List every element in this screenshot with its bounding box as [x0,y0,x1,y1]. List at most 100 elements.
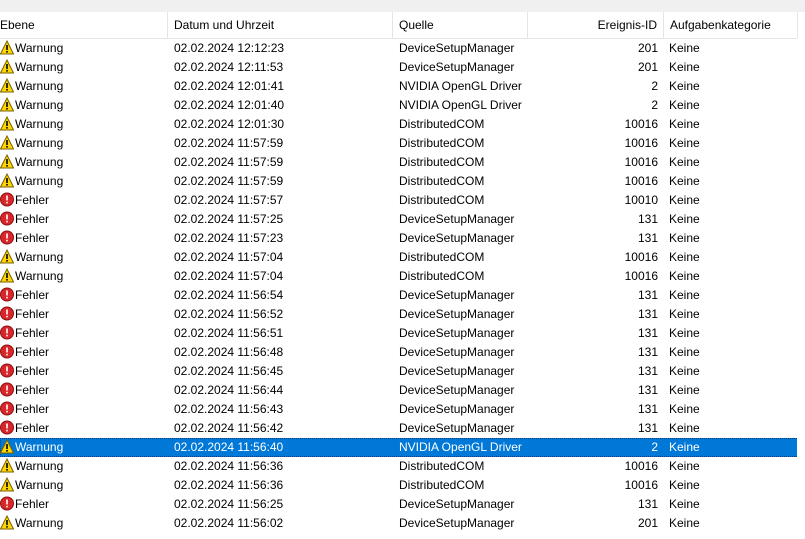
event-id-cell: 131 [637,212,658,226]
datetime-cell: 02.02.2024 11:57:59 [174,155,284,169]
error-icon [0,363,14,378]
category-cell: Keine [669,174,700,188]
category-cell: Keine [669,155,700,169]
column-header-datetime[interactable]: Datum und Uhrzeit [168,12,393,38]
event-row[interactable]: Fehler 02.02.2024 11:56:25 DeviceSetupMana… [0,495,805,514]
column-header-level[interactable]: Ebene [0,12,168,38]
category-cell: Keine [669,136,700,150]
category-cell: Keine [669,288,700,302]
event-id-cell: 131 [637,364,658,378]
category-cell: Keine [669,364,700,378]
source-cell: DeviceSetupManager [399,307,515,321]
event-row[interactable]: Fehler 02.02.2024 11:57:23 DeviceSetupMana… [0,229,805,248]
level-label: Warnung [15,41,64,55]
event-id-cell: 131 [637,307,658,321]
datetime-cell: 02.02.2024 11:56:02 [174,516,284,530]
datetime-cell: 02.02.2024 12:11:53 [174,60,284,74]
source-cell: DeviceSetupManager [399,60,515,74]
source-cell: DistributedCOM [399,478,485,492]
category-cell: Keine [669,98,700,112]
datetime-cell: 02.02.2024 11:56:44 [174,383,284,397]
event-id-cell: 10016 [624,269,658,283]
source-cell: DeviceSetupManager [399,383,515,397]
event-list[interactable]: Ebene Datum und Uhrzeit Quelle Ereignis-… [0,12,805,533]
level-cell: Warnung [0,267,168,286]
column-header-event-id[interactable]: Ereignis-ID [528,12,664,38]
source-cell: NVIDIA OpenGL Driver [399,440,522,454]
event-row[interactable]: Fehler 02.02.2024 11:56:48 DeviceSetupMana… [0,343,805,362]
event-id-cell: 131 [637,288,658,302]
datetime-cell: 02.02.2024 11:56:54 [174,288,284,302]
datetime-cell: 02.02.2024 12:12:23 [174,41,285,55]
source-cell: NVIDIA OpenGL Driver [399,79,522,93]
event-row[interactable]: Fehler 02.02.2024 11:56:43 DeviceSetupMana… [0,400,805,419]
datetime-cell: 02.02.2024 11:56:45 [174,364,284,378]
datetime-cell: 02.02.2024 11:56:36 [174,478,284,492]
event-id-cell: 10016 [624,155,658,169]
source-cell: NVIDIA OpenGL Driver [399,98,522,112]
source-cell: DeviceSetupManager [399,516,515,530]
event-row[interactable]: Fehler 02.02.2024 11:57:57 DistributedCOM 1… [0,191,805,210]
category-cell: Keine [669,326,700,340]
datetime-cell: 02.02.2024 11:57:23 [174,231,284,245]
level-label: Warnung [15,155,64,169]
datetime-cell: 02.02.2024 11:56:42 [174,421,284,435]
event-id-cell: 131 [637,383,658,397]
event-id-cell: 10016 [624,174,658,188]
event-row[interactable]: Warnung 02.02.2024 11:56:36 DistributedCOM… [0,457,805,476]
event-row[interactable]: Fehler 02.02.2024 11:56:45 DeviceSetupMana… [0,362,805,381]
warning-icon [0,476,15,492]
source-cell: DeviceSetupManager [399,345,515,359]
vertical-scrollbar[interactable] [797,38,805,539]
event-id-cell: 131 [637,497,658,511]
warning-icon [0,248,15,264]
error-icon [0,306,14,321]
level-label: Fehler [15,364,50,378]
datetime-cell: 02.02.2024 11:56:51 [174,326,284,340]
warning-icon [0,153,15,169]
column-header-row: Ebene Datum und Uhrzeit Quelle Ereignis-… [0,12,805,39]
event-row[interactable]: Fehler 02.02.2024 11:57:25 DeviceSetupMana… [0,210,805,229]
category-cell: Keine [669,41,700,55]
event-row[interactable]: Fehler 02.02.2024 11:56:51 DeviceSetupMana… [0,324,805,343]
event-row[interactable]: Warnung 02.02.2024 11:56:40 NVIDIA OpenGL … [0,438,805,457]
event-row[interactable]: Warnung 02.02.2024 11:57:59 DistributedCOM… [0,172,805,191]
event-row[interactable]: Warnung 02.02.2024 12:01:30 DistributedCOM… [0,115,805,134]
level-cell: Fehler [0,495,168,514]
event-row[interactable]: Fehler 02.02.2024 11:56:52 DeviceSetupMana… [0,305,805,324]
event-id-cell: 131 [637,345,658,359]
event-id-cell: 10016 [624,478,658,492]
event-row[interactable]: Warnung 02.02.2024 11:57:59 DistributedCOM… [0,134,805,153]
event-row[interactable]: Fehler 02.02.2024 11:56:54 DeviceSetupMana… [0,286,805,305]
column-header-category[interactable]: Aufgabenkategorie [664,12,798,38]
level-label: Warnung [15,478,64,492]
event-row[interactable]: Fehler 02.02.2024 11:56:42 DeviceSetupMana… [0,419,805,438]
event-row[interactable]: Fehler 02.02.2024 11:56:44 DeviceSetupMana… [0,381,805,400]
level-cell: Warnung [0,457,168,476]
level-cell: Warnung [0,134,168,153]
event-id-cell: 201 [637,60,658,74]
event-row[interactable]: Warnung 02.02.2024 11:56:36 DistributedCOM… [0,476,805,495]
category-cell: Keine [669,383,700,397]
level-label: Fehler [15,288,50,302]
event-row[interactable]: Warnung 02.02.2024 11:57:59 DistributedCOM… [0,153,805,172]
event-id-cell: 131 [637,402,658,416]
event-row[interactable]: Warnung 02.02.2024 11:56:02 DeviceSetupMan… [0,514,805,533]
event-id-cell: 10016 [624,136,658,150]
source-cell: DistributedCOM [399,193,485,207]
event-row[interactable]: Warnung 02.02.2024 12:01:40 NVIDIA OpenGL … [0,96,805,115]
level-label: Warnung [15,516,64,530]
level-cell: Fehler [0,343,168,362]
column-header-source[interactable]: Quelle [393,12,528,38]
event-row[interactable]: Warnung 02.02.2024 11:57:04 DistributedCOM… [0,267,805,286]
level-cell: Warnung [0,248,168,267]
level-label: Warnung [15,269,64,283]
error-icon [0,344,14,359]
event-row[interactable]: Warnung 02.02.2024 12:01:41 NVIDIA OpenGL … [0,77,805,96]
event-row[interactable]: Warnung 02.02.2024 12:11:53 DeviceSetupMan… [0,58,805,77]
event-id-cell: 2 [651,98,658,112]
event-row[interactable]: Warnung 02.02.2024 12:12:23 DeviceSetupMan… [0,39,805,58]
source-cell: DeviceSetupManager [399,326,515,340]
warning-icon [0,438,15,454]
event-row[interactable]: Warnung 02.02.2024 11:57:04 DistributedCOM… [0,248,805,267]
